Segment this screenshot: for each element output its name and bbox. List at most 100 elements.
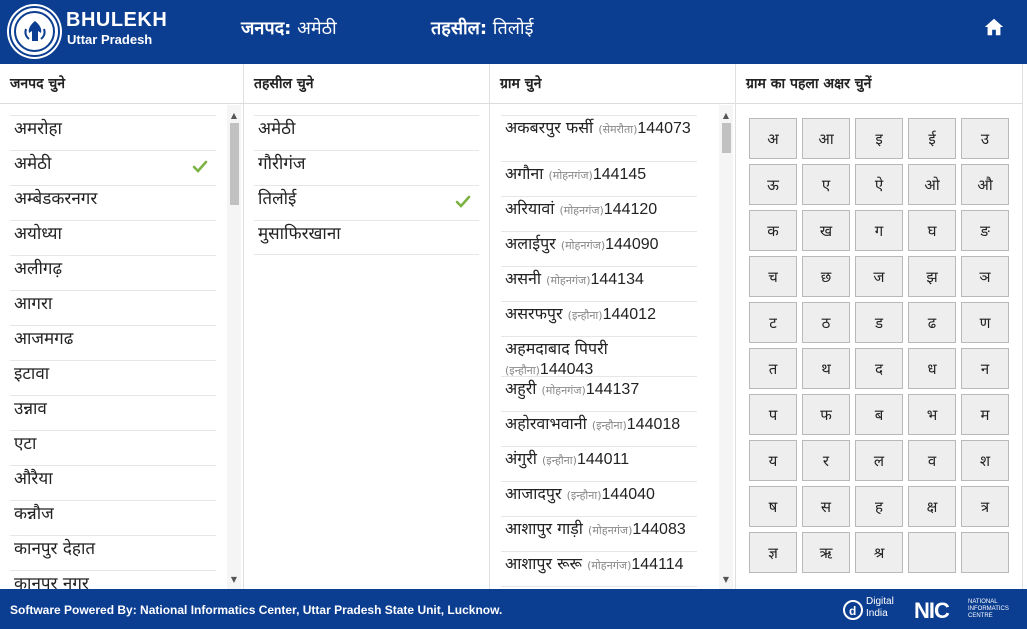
- letter-button[interactable]: ण: [961, 302, 1009, 343]
- letter-button[interactable]: ध: [908, 348, 956, 389]
- letter-button[interactable]: [908, 532, 956, 573]
- letter-button[interactable]: ड: [855, 302, 903, 343]
- letter-button[interactable]: भ: [908, 394, 956, 435]
- letter-button[interactable]: ऐ: [855, 164, 903, 205]
- gram-scrollbar[interactable]: ▲ ▼: [719, 105, 733, 589]
- letter-button[interactable]: अ: [749, 118, 797, 159]
- letter-button[interactable]: य: [749, 440, 797, 481]
- letter-button[interactable]: ह: [855, 486, 903, 527]
- janpad-list-container[interactable]: अमरोहा अमेठी अम्बेडकरनगर अयोध्या अलीगढ़ आगरा आ…: [0, 105, 243, 589]
- janpad-scrollbar[interactable]: ▲ ▼: [227, 105, 241, 589]
- letter-button[interactable]: ङ: [961, 210, 1009, 251]
- letter-button[interactable]: ए: [802, 164, 850, 205]
- letter-button[interactable]: त: [749, 348, 797, 389]
- letter-button[interactable]: ब: [855, 394, 903, 435]
- letter-button[interactable]: ढ: [908, 302, 956, 343]
- letter-button[interactable]: प: [749, 394, 797, 435]
- letter-button[interactable]: आ: [802, 118, 850, 159]
- scroll-up-arrow-icon[interactable]: ▲: [227, 109, 241, 123]
- letter-button[interactable]: श्र: [855, 532, 903, 573]
- letter-button[interactable]: ऋ: [802, 532, 850, 573]
- letter-button[interactable]: व: [908, 440, 956, 481]
- gram-list-item[interactable]: अरियावां (मोहनगंज)144120: [501, 196, 697, 231]
- janpad-list-item[interactable]: कानपुर देहात: [10, 535, 216, 570]
- scroll-thumb[interactable]: [230, 123, 239, 205]
- letter-button[interactable]: ञ: [961, 256, 1009, 297]
- janpad-list-item[interactable]: औरैया: [10, 465, 216, 500]
- gram-name: अहुरी: [505, 379, 537, 398]
- letter-button[interactable]: ल: [855, 440, 903, 481]
- letter-button[interactable]: श: [961, 440, 1009, 481]
- app-footer: Software Powered By: National Informatic…: [0, 589, 1027, 629]
- letter-button[interactable]: [961, 532, 1009, 573]
- tehsil-list-container[interactable]: अमेठी गौरीगंज तिलोई मुसाफिरखाना: [244, 105, 489, 589]
- letter-button[interactable]: ई: [908, 118, 956, 159]
- letter-button[interactable]: न: [961, 348, 1009, 389]
- janpad-list-item[interactable]: अमेठी: [10, 150, 216, 185]
- gram-list-item[interactable]: अहमदाबाद पिपरी (इन्हौना)144043: [501, 336, 697, 378]
- letter-button[interactable]: थ: [802, 348, 850, 389]
- gram-list-item[interactable]: असरफपुर (इन्हौना)144012: [501, 301, 697, 336]
- letter-button[interactable]: उ: [961, 118, 1009, 159]
- scroll-down-arrow-icon[interactable]: ▼: [227, 573, 241, 587]
- scroll-thumb[interactable]: [722, 123, 731, 153]
- letter-button[interactable]: द: [855, 348, 903, 389]
- letter-button[interactable]: क्ष: [908, 486, 956, 527]
- gram-name: अहोरवाभवानी: [505, 414, 587, 433]
- letter-button[interactable]: घ: [908, 210, 956, 251]
- letter-button[interactable]: ऊ: [749, 164, 797, 205]
- letter-button[interactable]: ज्ञ: [749, 532, 797, 573]
- letter-button[interactable]: ज: [855, 256, 903, 297]
- letter-button[interactable]: त्र: [961, 486, 1009, 527]
- letter-button[interactable]: म: [961, 394, 1009, 435]
- letter-button[interactable]: औ: [961, 164, 1009, 205]
- letter-button[interactable]: झ: [908, 256, 956, 297]
- letter-button[interactable]: ग: [855, 210, 903, 251]
- letter-button[interactable]: ओ: [908, 164, 956, 205]
- janpad-list-item[interactable]: उन्नाव: [10, 395, 216, 430]
- gram-list-item[interactable]: अहुरी (मोहनगंज)144137: [501, 376, 697, 411]
- janpad-list-item[interactable]: आगरा: [10, 290, 216, 325]
- tehsil-list-item[interactable]: मुसाफिरखाना: [254, 220, 479, 255]
- letter-button[interactable]: र: [802, 440, 850, 481]
- gram-list-item[interactable]: आशापुर रूरू (मोहनगंज)144114: [501, 551, 697, 586]
- gram-list-item[interactable]: असनी (मोहनगंज)144134: [501, 266, 697, 301]
- gram-list-item[interactable]: अहोरवाभवानी (इन्हौना)144018: [501, 411, 697, 446]
- janpad-list-item[interactable]: अलीगढ़: [10, 255, 216, 290]
- gram-list-container[interactable]: अकबरपुर फर्सी (सेमरौता)144073 अगौना (मोहन…: [490, 105, 735, 589]
- letter-button[interactable]: इ: [855, 118, 903, 159]
- letter-button[interactable]: छ: [802, 256, 850, 297]
- gram-list-item[interactable]: अलाईपुर (मोहनगंज)144090: [501, 231, 697, 266]
- gram-list-item[interactable]: आशापुर गाड़ी (मोहनगंज)144083: [501, 516, 697, 551]
- letter-button[interactable]: ट: [749, 302, 797, 343]
- janpad-list-item[interactable]: अम्बेडकरनगर: [10, 185, 216, 220]
- janpad-list-item[interactable]: कानपुर नगर: [10, 570, 216, 589]
- letter-column-header: ग्राम का पहला अक्षर चुनें: [736, 64, 1022, 104]
- janpad-list-item[interactable]: अयोध्या: [10, 220, 216, 255]
- letter-grid: अआइईउऊएऐओऔकखगघङचछजझञटठडढणतथदधनपफबभमयरलवश…: [749, 118, 1009, 573]
- janpad-list-item[interactable]: अमरोहा: [10, 115, 216, 150]
- letter-button[interactable]: क: [749, 210, 797, 251]
- tehsil-list-item[interactable]: गौरीगंज: [254, 150, 479, 185]
- letter-button[interactable]: ख: [802, 210, 850, 251]
- home-icon[interactable]: [983, 16, 1005, 38]
- gram-list-item[interactable]: अगौना (मोहनगंज)144145: [501, 161, 697, 196]
- tehsil-list-item[interactable]: तिलोई: [254, 185, 479, 220]
- gram-list-item[interactable]: अंगुरी (इन्हौना)144011: [501, 446, 697, 481]
- scroll-down-arrow-icon[interactable]: ▼: [719, 573, 733, 587]
- tehsil-list-item[interactable]: अमेठी: [254, 115, 479, 150]
- janpad-list-item[interactable]: इटावा: [10, 360, 216, 395]
- janpad-list-item[interactable]: कन्नौज: [10, 500, 216, 535]
- letter-button[interactable]: स: [802, 486, 850, 527]
- janpad-list-item[interactable]: आजमगढ: [10, 325, 216, 360]
- letter-button[interactable]: फ: [802, 394, 850, 435]
- gram-list-item[interactable]: अकबरपुर फर्सी (सेमरौता)144073: [501, 115, 697, 161]
- janpad-list-item[interactable]: एटा: [10, 430, 216, 465]
- scroll-up-arrow-icon[interactable]: ▲: [719, 109, 733, 123]
- letter-button[interactable]: ठ: [802, 302, 850, 343]
- janpad-column: जनपद चुने अमरोहा अमेठी अम्बेडकरनगर अयोध्या अ…: [0, 64, 244, 589]
- svg-text:d: d: [849, 604, 856, 618]
- letter-button[interactable]: च: [749, 256, 797, 297]
- letter-button[interactable]: ष: [749, 486, 797, 527]
- gram-list-item[interactable]: आजादपुर (इन्हौना)144040: [501, 481, 697, 516]
